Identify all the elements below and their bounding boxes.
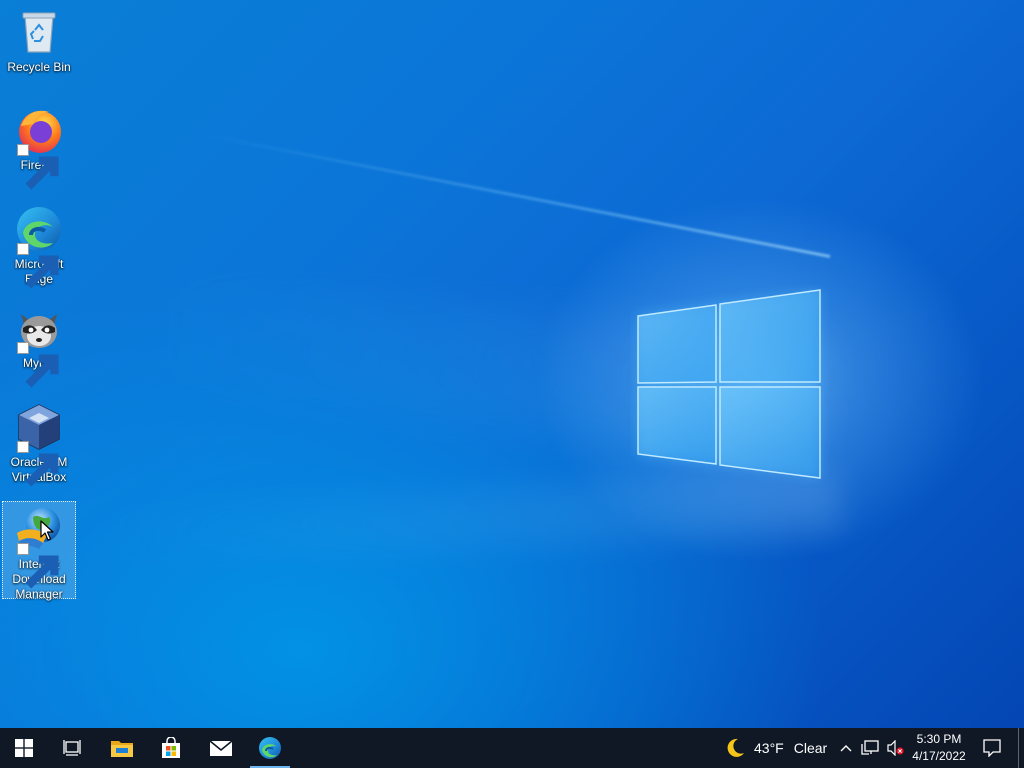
task-view-icon: [63, 740, 81, 756]
mail-envelope-icon: [209, 740, 233, 756]
clock-date: 4/17/2022: [912, 749, 966, 763]
desktop-background[interactable]: Recycle Bin Firefox Microsoft Edge Mypal…: [0, 0, 1024, 728]
network-tray-button[interactable]: [858, 728, 882, 768]
taskbar-microsoft-store[interactable]: [147, 728, 195, 768]
task-view-button[interactable]: [48, 728, 96, 768]
desktop-icon-label: Recycle Bin: [7, 60, 71, 74]
store-bag-icon: [162, 737, 180, 758]
desktop-icon-recycle-bin[interactable]: Recycle Bin: [2, 6, 76, 80]
volume-muted-icon: [887, 740, 904, 756]
action-center-button[interactable]: [976, 728, 1008, 768]
clock-time: 5:30 PM: [916, 732, 962, 746]
recycle-bin-icon: [13, 6, 65, 58]
taskbar-clock[interactable]: 5:30 PM 4/17/2022: [906, 731, 972, 767]
windows-start-icon: [15, 739, 33, 757]
idm-globe-icon: [13, 503, 65, 589]
desktop-icon-internet-download-manager[interactable]: Internet Download Manager: [2, 501, 76, 601]
shortcut-arrow-icon: [17, 144, 59, 190]
mypal-raccoon-icon: [13, 302, 65, 388]
desktop-icon-microsoft-edge[interactable]: Microsoft Edge: [2, 203, 76, 293]
desktop-icon-firefox[interactable]: Firefox: [2, 104, 76, 190]
action-center-icon: [983, 739, 1001, 757]
weather-condition: Clear: [793, 740, 828, 756]
edge-icon: [259, 737, 281, 759]
volume-tray-button[interactable]: [884, 728, 906, 768]
folder-icon: [111, 741, 133, 757]
shortcut-arrow-icon: [17, 543, 59, 589]
desktop-icon-mypal[interactable]: Mypal: [2, 302, 76, 388]
show-desktop-button[interactable]: [1018, 728, 1024, 768]
taskbar-file-explorer[interactable]: [98, 728, 146, 768]
windows-wallpaper-logo: [637, 289, 821, 479]
desktop-icon-virtualbox[interactable]: Oracle VM VirtualBox: [2, 401, 76, 491]
start-button[interactable]: [0, 728, 48, 768]
weather-temperature: 43°F: [754, 740, 784, 756]
shortcut-arrow-icon: [17, 243, 59, 289]
show-hidden-icons-button[interactable]: [836, 728, 856, 768]
weather-widget[interactable]: 43°F Clear: [724, 728, 827, 768]
network-icon: [861, 740, 879, 755]
shortcut-arrow-icon: [17, 342, 59, 388]
light-beam: [201, 132, 831, 258]
edge-icon: [13, 203, 65, 289]
firefox-icon: [13, 104, 65, 190]
virtualbox-icon: [13, 401, 65, 487]
taskbar-mail[interactable]: [197, 728, 245, 768]
chevron-up-icon: [840, 745, 852, 752]
taskbar: 43°F Clear 5:30 PM 4/17/2022: [0, 728, 1024, 768]
moon-icon: [727, 738, 744, 757]
mouse-pointer-icon: [40, 520, 54, 541]
taskbar-microsoft-edge[interactable]: [246, 728, 294, 768]
shortcut-arrow-icon: [17, 441, 59, 487]
